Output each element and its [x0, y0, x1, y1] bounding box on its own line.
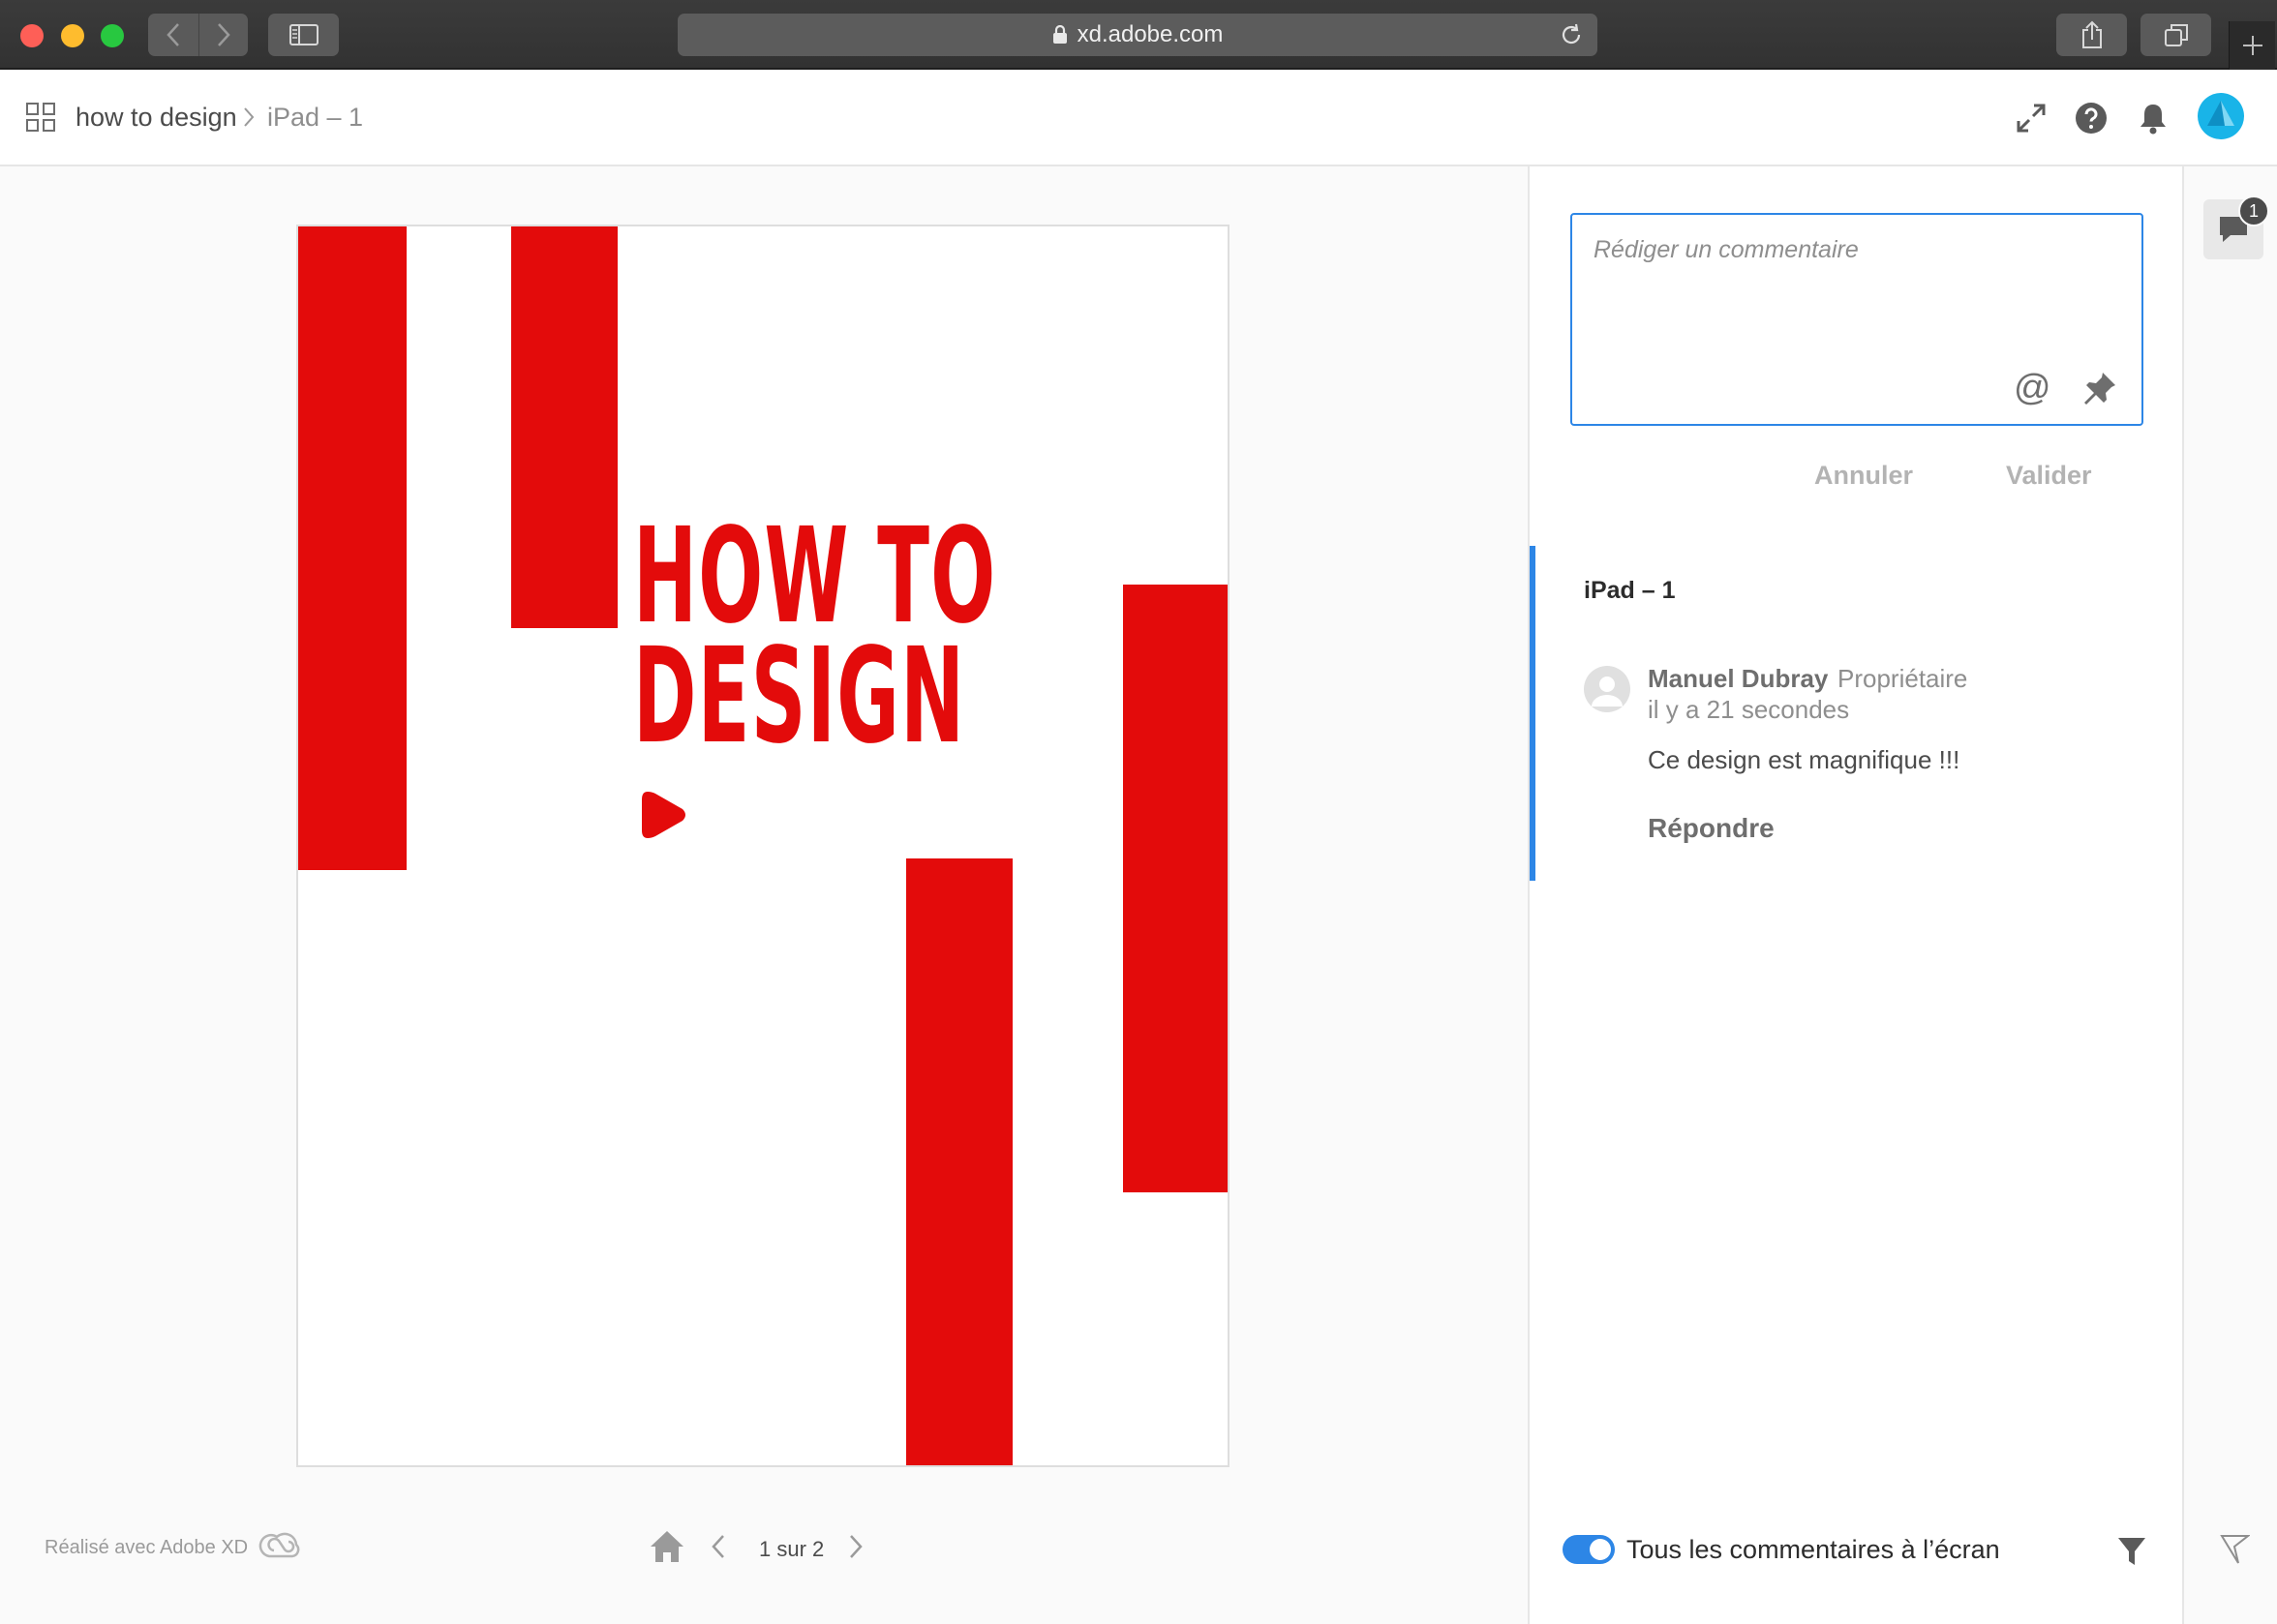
previous-screen-icon[interactable] — [711, 1534, 726, 1564]
mention-icon[interactable]: @ — [2014, 368, 2051, 409]
artboard-title-line2: DESIGN — [633, 620, 966, 773]
forward-button[interactable] — [197, 14, 249, 56]
cancel-button[interactable]: Annuler — [1814, 461, 1913, 491]
reply-button[interactable]: Répondre — [1648, 813, 1775, 844]
prototype-canvas: HOW TO DESIGN Réalisé avec Adobe XD 1 su… — [0, 166, 1528, 1624]
breadcrumb-page: iPad – 1 — [267, 103, 364, 132]
show-tabs-button[interactable] — [2140, 14, 2211, 56]
minimize-window-button[interactable] — [61, 24, 84, 47]
made-with-label: Réalisé avec Adobe XD — [45, 1537, 249, 1558]
page-indicator: 1 sur 2 — [759, 1537, 825, 1561]
creative-cloud-icon — [256, 1527, 302, 1567]
app-header: how to design iPad – 1 — [0, 70, 2277, 166]
address-bar[interactable]: xd.adobe.com — [678, 14, 1597, 56]
comment-timestamp: il y a 21 secondes — [1648, 695, 1850, 724]
comment-input[interactable] — [1594, 236, 2116, 352]
browser-titlebar: xd.adobe.com — [0, 0, 2277, 70]
reload-icon[interactable] — [1559, 22, 1584, 54]
next-screen-icon[interactable] — [848, 1534, 864, 1564]
history-nav — [148, 14, 248, 56]
right-rail: 1 — [2182, 166, 2277, 1624]
user-avatar[interactable] — [2198, 93, 2244, 139]
play-icon[interactable] — [640, 788, 690, 847]
red-bar — [511, 226, 618, 628]
show-sidebar-button[interactable] — [268, 14, 339, 56]
share-icon — [2081, 20, 2102, 48]
comments-panel: @ Annuler Valider iPad – 1 Manuel Dubray… — [1528, 166, 2182, 1624]
plus-icon — [2242, 36, 2262, 55]
avatar-logo-icon — [2207, 101, 2234, 126]
red-bar — [298, 226, 407, 870]
thread-title: iPad – 1 — [1584, 577, 1676, 604]
chevron-right-icon — [242, 106, 256, 133]
user-silhouette-icon — [1592, 677, 1623, 707]
tabs-overview-icon — [2164, 24, 2188, 46]
breadcrumb-document[interactable]: how to design — [76, 103, 237, 133]
author-avatar — [1584, 666, 1630, 712]
share-button[interactable] — [2056, 14, 2127, 56]
red-bar — [906, 858, 1013, 1465]
close-window-button[interactable] — [20, 24, 44, 47]
author-role: Propriétaire — [1837, 664, 1968, 693]
back-button[interactable] — [148, 14, 198, 56]
artboard-title: HOW TO DESIGN — [633, 500, 997, 773]
fullscreen-icon[interactable] — [2010, 97, 2052, 139]
url-text: xd.adobe.com — [1077, 21, 1224, 47]
red-bar — [1123, 585, 1228, 1192]
zoom-window-button[interactable] — [101, 24, 124, 47]
home-icon[interactable] — [649, 1529, 685, 1569]
submit-button[interactable]: Valider — [2006, 461, 2092, 491]
sidebar-icon — [288, 24, 319, 45]
home-grid-icon[interactable] — [26, 103, 55, 136]
pin-icon[interactable] — [2081, 370, 2118, 411]
help-icon[interactable] — [2070, 97, 2112, 139]
filter-icon[interactable] — [2116, 1535, 2147, 1573]
show-all-comments-label: Tous les commentaires à l’écran — [1626, 1535, 2000, 1564]
flag-icon[interactable] — [2219, 1533, 2251, 1571]
lock-icon — [1052, 25, 1068, 45]
chevron-right-icon — [217, 23, 230, 46]
comment-count-badge: 1 — [2238, 195, 2269, 226]
comment-thread: iPad – 1 Manuel Dubray Propriétaire il y… — [1530, 546, 2184, 881]
comment-composer: @ — [1570, 213, 2143, 426]
artboard-title-line1: HOW TO — [633, 500, 997, 653]
new-tab-button[interactable] — [2229, 21, 2275, 70]
chevron-left-icon — [167, 23, 179, 46]
notifications-bell-icon[interactable] — [2132, 97, 2174, 139]
show-all-comments-toggle[interactable] — [1563, 1535, 1615, 1564]
comment-body: Ce design est magnifique !!! — [1648, 745, 1960, 774]
author-name: Manuel Dubray — [1648, 664, 1829, 693]
artboard[interactable]: HOW TO DESIGN — [296, 225, 1230, 1467]
